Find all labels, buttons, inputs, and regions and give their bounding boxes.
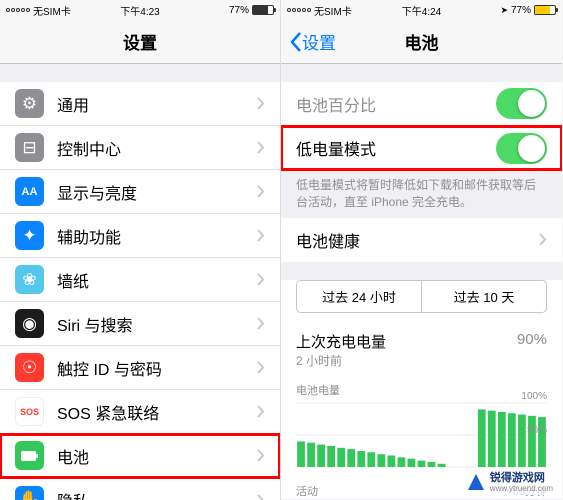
activity-label: 活动 <box>296 483 318 499</box>
battery-percent-switch[interactable] <box>496 88 547 119</box>
low-power-switch[interactable] <box>496 133 547 164</box>
back-label: 设置 <box>302 29 336 54</box>
last-charge-percent: 90% <box>517 331 547 352</box>
row-label: 显示与亮度 <box>57 180 257 204</box>
page-title: 电池 <box>405 29 439 54</box>
settings-screen: 无SIM卡 下午4:23 77% 设置 ⚙ 通用 ⊟ 控制中心 AA 显示与亮度… <box>0 0 281 500</box>
chevron-right-icon <box>257 361 265 374</box>
sos-icon: SOS <box>15 397 44 426</box>
row-label: 电池健康 <box>296 228 539 252</box>
y-tick-100: 100% <box>521 391 547 402</box>
row-label: 电池百分比 <box>296 92 496 116</box>
row-label: 墙纸 <box>57 268 257 292</box>
last-charge-label: 上次充电电量 <box>296 331 386 352</box>
display-icon: AA <box>15 177 44 206</box>
page-title: 设置 <box>123 29 157 54</box>
chevron-right-icon <box>257 317 265 330</box>
gear-icon: ⚙ <box>15 89 44 118</box>
last-charge-time: 2 小时前 <box>281 352 562 377</box>
y-tick-50: 50% <box>527 425 547 436</box>
battery-percent-label: 77% <box>229 5 249 16</box>
chevron-right-icon <box>539 233 547 246</box>
row-label: 辅助功能 <box>57 224 257 248</box>
chart-title: 电池电量 <box>296 382 547 398</box>
row-control-center[interactable]: ⊟ 控制中心 <box>0 126 280 170</box>
time-range-segmented[interactable]: 过去 24 小时 过去 10 天 <box>296 280 547 313</box>
watermark-url: www.ytruend.com <box>490 484 553 493</box>
settings-list[interactable]: ⚙ 通用 ⊟ 控制中心 AA 显示与亮度 ✦ 辅助功能 ❀ 墙纸 ◉ Siri … <box>0 82 280 500</box>
status-bar: 无SIM卡 下午4:23 77% <box>0 0 280 20</box>
chevron-right-icon <box>257 185 265 198</box>
row-low-power[interactable]: 低电量模式 <box>281 126 562 170</box>
privacy-icon: ✋ <box>15 486 44 500</box>
siri-icon: ◉ <box>15 309 44 338</box>
row-battery[interactable]: 电池 <box>0 434 280 478</box>
switches-icon: ⊟ <box>15 133 44 162</box>
location-icon: ➤ <box>500 5 508 16</box>
chart-bars <box>296 398 547 468</box>
chevron-right-icon <box>257 273 265 286</box>
last-charge-row: 上次充电电量 90% <box>281 323 562 352</box>
battery-icon <box>534 5 556 15</box>
row-sos[interactable]: SOS SOS 紧急联络 <box>0 390 280 434</box>
segment-10d[interactable]: 过去 10 天 <box>422 281 546 312</box>
status-bar: 无SIM卡 下午4:24 ➤ 77% <box>281 0 562 20</box>
low-power-description: 低电量模式将暂时降低如下载和邮件获取等后台活动，直至 iPhone 完全充电。 <box>281 170 562 218</box>
battery-screen: 无SIM卡 下午4:24 ➤ 77% 设置 电池 电池百分比 低电量模式 低电量… <box>281 0 562 500</box>
battery-icon <box>252 5 274 15</box>
row-battery-health[interactable]: 电池健康 <box>281 218 562 262</box>
row-label: SOS 紧急联络 <box>57 400 257 424</box>
clock-label: 下午4:23 <box>120 3 159 18</box>
nav-bar: 设置 电池 <box>281 20 562 64</box>
row-siri[interactable]: ◉ Siri 与搜索 <box>0 302 280 346</box>
row-label: 低电量模式 <box>296 136 496 160</box>
row-privacy[interactable]: ✋ 隐私 <box>0 478 280 500</box>
row-label: 控制中心 <box>57 136 257 160</box>
battery-level-chart: 电池电量 100% 50% <box>281 377 562 478</box>
carrier-label: 无SIM卡 <box>33 3 71 18</box>
row-label: Siri 与搜索 <box>57 312 257 336</box>
watermark-brand: 锐得游戏网 <box>490 472 553 484</box>
battery-percent-label: 77% <box>511 5 531 16</box>
accessibility-icon: ✦ <box>15 221 44 250</box>
segment-24h[interactable]: 过去 24 小时 <box>297 281 422 312</box>
row-label: 电池 <box>57 444 257 468</box>
chevron-right-icon <box>257 494 265 500</box>
watermark-logo-icon <box>466 472 486 492</box>
row-label: 通用 <box>57 92 257 116</box>
carrier-label: 无SIM卡 <box>314 3 352 18</box>
row-accessibility[interactable]: ✦ 辅助功能 <box>0 214 280 258</box>
row-display[interactable]: AA 显示与亮度 <box>0 170 280 214</box>
row-general[interactable]: ⚙ 通用 <box>0 82 280 126</box>
row-wallpaper[interactable]: ❀ 墙纸 <box>0 258 280 302</box>
chevron-right-icon <box>257 229 265 242</box>
watermark: 锐得游戏网 www.ytruend.com <box>462 470 557 495</box>
fingerprint-icon: ☉ <box>15 353 44 382</box>
nav-bar: 设置 <box>0 20 280 64</box>
row-label: 触控 ID 与密码 <box>57 356 257 380</box>
clock-label: 下午4:24 <box>402 3 441 18</box>
wallpaper-icon: ❀ <box>15 265 44 294</box>
chevron-right-icon <box>257 141 265 154</box>
signal-icon <box>6 8 30 12</box>
row-label: 隐私 <box>57 488 257 500</box>
row-battery-percent[interactable]: 电池百分比 <box>281 82 562 126</box>
row-touchid[interactable]: ☉ 触控 ID 与密码 <box>0 346 280 390</box>
battery-row-icon <box>15 441 44 470</box>
signal-icon <box>287 8 311 12</box>
chevron-right-icon <box>257 449 265 462</box>
chevron-right-icon <box>257 97 265 110</box>
back-button[interactable]: 设置 <box>289 29 336 54</box>
chevron-right-icon <box>257 405 265 418</box>
